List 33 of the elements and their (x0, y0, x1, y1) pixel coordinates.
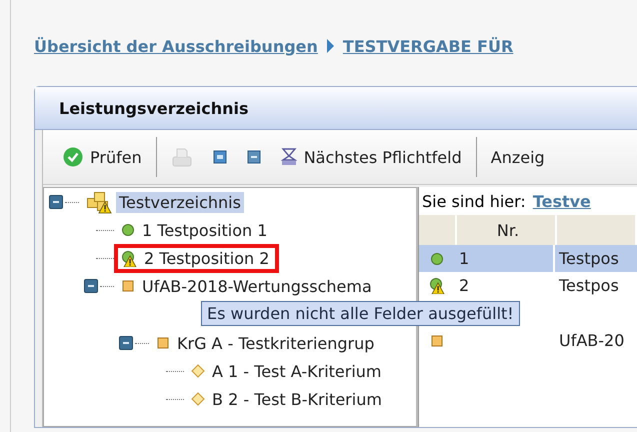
display-menu[interactable]: Anzeig (480, 139, 555, 175)
breadcrumb-link[interactable]: TESTVERGABE FÜR (342, 36, 514, 56)
tree-item[interactable]: UfAB-2018-Wertungsschema (139, 276, 375, 296)
table-row[interactable]: 2 Testpos (419, 272, 637, 299)
table-cell: UfAB-20 (559, 331, 624, 350)
table-cell: 2 (459, 276, 470, 295)
table-row[interactable]: 1 Testpos (419, 245, 637, 272)
checkmark-icon (63, 147, 83, 167)
table-cell: Testpos (559, 276, 619, 295)
collapse-icon (246, 150, 261, 164)
breadcrumb-link[interactable]: Übersicht der Ausschreibungen (34, 36, 318, 56)
location-link[interactable]: Testve (532, 192, 591, 210)
tooltip: Es wurden nicht alle Felder ausgefüllt! (201, 301, 520, 326)
table-cell: Testpos (559, 249, 619, 268)
toolbar-button[interactable]: Nächstes Pflichtfeld (270, 139, 472, 175)
tree-item[interactable]: 1 Testposition 1 (139, 220, 270, 240)
expand-icon (212, 150, 227, 164)
toolbar-button[interactable]: Prüfen (53, 139, 152, 175)
chevron-icon (326, 38, 335, 54)
tree-item[interactable]: 2 Testposition 2 (141, 248, 272, 268)
hourglass-icon (280, 148, 297, 166)
tree-item[interactable]: A 1 - Test A-Kriterium (209, 360, 384, 382)
location-label: Sie sind hier: (422, 192, 526, 210)
printer-icon (170, 146, 193, 168)
collapse-toggle[interactable] (49, 195, 63, 209)
column-header[interactable]: Nr. (496, 220, 520, 240)
panel-title: Leistungsverzeichnis (59, 98, 249, 118)
tree-item[interactable]: KrG A - Testkriteriengrup (174, 332, 378, 354)
tree-item[interactable]: Testverzeichnis (116, 192, 244, 212)
table-cell: 1 (459, 249, 470, 268)
collapse-toggle[interactable] (119, 336, 133, 350)
collapse-toggle[interactable] (84, 279, 98, 293)
tree-item[interactable]: B 2 - Test B-Kriterium (209, 388, 385, 410)
